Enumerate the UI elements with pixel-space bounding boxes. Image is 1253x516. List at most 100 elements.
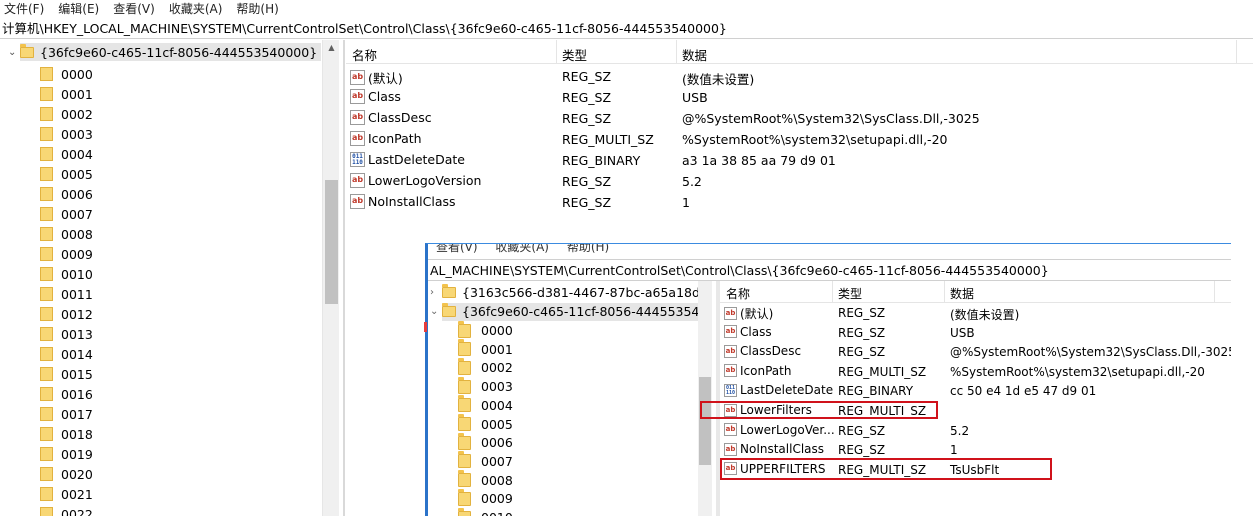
overlay-address-bar[interactable]: AL_MACHINE\SYSTEM\CurrentControlSet\Cont…	[428, 259, 1231, 281]
chevron-down-icon[interactable]: ⌄	[8, 47, 20, 58]
menu-view[interactable]: 查看(V)	[113, 0, 155, 17]
value-row[interactable]: ab IconPath REG_MULTI_SZ %SystemRoot%\syste…	[346, 129, 1253, 150]
value-data: USB	[682, 90, 708, 105]
tree-subkey-label: 0003	[61, 126, 93, 142]
scroll-thumb[interactable]	[325, 180, 338, 304]
tree-subkey-0002[interactable]: 0002	[458, 357, 513, 377]
tree-subkey-0020[interactable]: 0020	[40, 464, 93, 484]
tree-scrollbar[interactable]: ▲	[322, 40, 339, 516]
scroll-thumb[interactable]	[699, 377, 711, 465]
tree-sibling-key[interactable]: › {3163c566-d381-4467-87bc-a65a18d5b649	[430, 283, 698, 302]
value-row[interactable]: 011 110 LastDeleteDate REG_BINARY a3 1a 38 8…	[346, 150, 1253, 171]
column-separator[interactable]	[556, 40, 557, 64]
tree-root-key[interactable]: ⌄ {36fc9e60-c465-11cf-8056-444553540000}	[8, 43, 322, 61]
tree-subkey-0014[interactable]: 0014	[40, 344, 93, 364]
column-name-header[interactable]: 名称	[726, 285, 750, 302]
value-name: LastDeleteDate	[740, 383, 834, 398]
column-separator[interactable]	[1236, 40, 1237, 64]
column-data-header[interactable]: 数据	[682, 45, 707, 64]
menu-edit[interactable]: 编辑(E)	[58, 0, 99, 17]
tree-subkey-0003[interactable]: 0003	[458, 376, 513, 396]
column-type-header[interactable]: 类型	[838, 285, 862, 302]
tree-subkey-0013[interactable]: 0013	[40, 324, 93, 344]
column-separator[interactable]	[676, 40, 677, 64]
tree-subkey-0017[interactable]: 0017	[40, 404, 93, 424]
tree-subkey-0010[interactable]: 0010	[40, 264, 93, 284]
scroll-up-icon[interactable]: ▲	[323, 40, 340, 56]
menu-favorites[interactable]: 收藏夹(A)	[169, 0, 223, 17]
tree-root-selected[interactable]: {36fc9e60-c465-11cf-8056-444553540000}	[442, 302, 698, 321]
tree-subkey-0022[interactable]: 0022	[40, 504, 93, 516]
tree-subkey-0004[interactable]: 0004	[458, 395, 513, 415]
column-type-header[interactable]: 类型	[562, 45, 587, 64]
tree-subkey-0011[interactable]: 0011	[40, 284, 93, 304]
overlay-tree-scrollbar[interactable]	[698, 281, 712, 516]
value-name-cell: 011 110 LastDeleteDate	[350, 152, 465, 167]
tree-subkey-0003[interactable]: 0003	[40, 124, 93, 144]
menu-file[interactable]: 文件(F)	[4, 0, 44, 17]
tree-subkey-0015[interactable]: 0015	[40, 364, 93, 384]
tree-subkey-0004[interactable]: 0004	[40, 144, 93, 164]
tree-subkey-0009[interactable]: 0009	[458, 488, 513, 508]
folder-icon	[40, 427, 53, 441]
tree-subkey-0002[interactable]: 0002	[40, 104, 93, 124]
tree-subkey-0016[interactable]: 0016	[40, 384, 93, 404]
menu-help[interactable]: 帮助(H)	[567, 244, 609, 254]
tree-subkey-0006[interactable]: 0006	[40, 184, 93, 204]
address-bar[interactable]: 计算机\HKEY_LOCAL_MACHINE\SYSTEM\CurrentCon…	[0, 17, 1253, 39]
value-row[interactable]: ab (默认) REG_SZ (数值未设置)	[720, 304, 1231, 323]
tree-subkey-0000[interactable]: 0000	[40, 64, 93, 84]
tree-subkey-0012[interactable]: 0012	[40, 304, 93, 324]
value-row[interactable]: ab Class REG_SZ USB	[346, 87, 1253, 108]
tree-subkey-0010[interactable]: 0010	[458, 507, 513, 516]
tree-root-selected[interactable]: {36fc9e60-c465-11cf-8056-444553540000}	[20, 43, 322, 61]
value-row[interactable]: ab NoInstallClass REG_SZ 1	[346, 192, 1253, 213]
tree-subkey-0007[interactable]: 0007	[458, 451, 513, 471]
column-separator[interactable]	[944, 281, 945, 303]
tree-subkey-0005[interactable]: 0005	[40, 164, 93, 184]
tree-subkey-0001[interactable]: 0001	[458, 339, 513, 359]
menu-help[interactable]: 帮助(H)	[236, 0, 278, 17]
tree-subkey-label: 0000	[481, 323, 513, 338]
string-value-icon: ab	[724, 364, 737, 378]
tree-subkey-0000[interactable]: 0000	[458, 320, 513, 340]
tree-subkey-0019[interactable]: 0019	[40, 444, 93, 464]
value-row[interactable]: ab (默认) REG_SZ (数值未设置)	[346, 66, 1253, 87]
value-row[interactable]: ab Class REG_SZ USB	[720, 324, 1231, 343]
value-type: REG_SZ	[838, 325, 886, 340]
column-separator[interactable]	[1214, 281, 1215, 303]
tree-subkey-0009[interactable]: 0009	[40, 244, 93, 264]
folder-icon	[40, 147, 53, 161]
tree-root-key[interactable]: ⌄ {36fc9e60-c465-11cf-8056-444553540000}	[430, 302, 698, 321]
folder-icon	[40, 507, 53, 516]
tree-subkey-0021[interactable]: 0021	[40, 484, 93, 504]
key-tree: ⌄ {36fc9e60-c465-11cf-8056-444553540000}…	[0, 40, 340, 516]
column-data-header[interactable]: 数据	[950, 285, 974, 302]
value-row[interactable]: ab IconPath REG_MULTI_SZ %SystemRoot%\syste…	[720, 363, 1231, 382]
string-value-icon: ab	[724, 307, 737, 320]
tree-subkey-0005[interactable]: 0005	[458, 414, 513, 434]
tree-subkey-label: 0009	[61, 246, 93, 262]
tree-subkey-0001[interactable]: 0001	[40, 84, 93, 104]
value-row[interactable]: ab LowerLogoVer... REG_SZ 5.2	[720, 422, 1231, 441]
tree-subkey-label: 0001	[481, 341, 513, 357]
tree-subkey-0007[interactable]: 0007	[40, 204, 93, 224]
chevron-down-icon[interactable]: ⌄	[430, 306, 442, 317]
chevron-right-icon[interactable]: ›	[430, 287, 442, 298]
tree-subkey-0008[interactable]: 0008	[40, 224, 93, 244]
menu-favorites[interactable]: 收藏夹(A)	[495, 244, 549, 254]
value-row[interactable]: ab ClassDesc REG_SZ @%SystemRoot%\System32\…	[346, 108, 1253, 129]
value-row[interactable]: 011 110 LastDeleteDate REG_BINARY cc 50 e4 1…	[720, 382, 1231, 401]
value-row[interactable]: ab ClassDesc REG_SZ @%SystemRoot%\System32\…	[720, 343, 1231, 362]
column-separator[interactable]	[832, 281, 833, 303]
column-name-header[interactable]: 名称	[352, 45, 377, 64]
value-row[interactable]: ab LowerLogoVersion REG_SZ 5.2	[346, 171, 1253, 192]
value-data: USB	[950, 325, 975, 340]
menu-bar: 文件(F) 编辑(E) 查看(V) 收藏夹(A) 帮助(H)	[0, 0, 1253, 16]
tree-subkey-0018[interactable]: 0018	[40, 424, 93, 444]
tree-subkey-0006[interactable]: 0006	[458, 432, 513, 452]
pane-splitter[interactable]	[343, 40, 345, 516]
tree-root-label: {36fc9e60-c465-11cf-8056-444553540000}	[40, 44, 318, 60]
menu-view[interactable]: 查看(V)	[436, 244, 478, 254]
tree-subkey-0008[interactable]: 0008	[458, 470, 513, 490]
